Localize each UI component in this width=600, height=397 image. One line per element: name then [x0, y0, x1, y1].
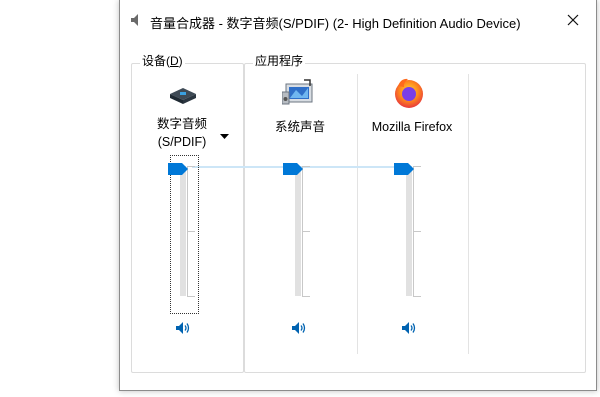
system-sounds-mute-button[interactable]	[291, 321, 307, 335]
slider-tick	[302, 296, 310, 297]
speaker-volume-icon	[176, 322, 190, 334]
speaker-volume-icon	[292, 322, 306, 334]
slider-tick	[302, 231, 310, 232]
slider-track	[295, 166, 301, 296]
slider-thumb[interactable]	[168, 162, 188, 175]
system-sounds-volume-slider[interactable]	[273, 162, 333, 302]
slider-tick	[187, 296, 195, 297]
app-name-firefox: Mozilla Firefox	[371, 120, 453, 134]
window-title: 音量合成器 - 数字音频(S/PDIF) (2- High Definition…	[150, 16, 521, 31]
firefox-mute-button[interactable]	[401, 321, 417, 335]
app-name-system-sounds: 系统声音	[274, 120, 325, 134]
device-volume-slider[interactable]	[158, 162, 218, 302]
column-divider	[357, 74, 358, 354]
slider-track	[180, 166, 186, 296]
slider-tick	[302, 166, 310, 167]
device-name-line2: (S/PDIF)	[157, 135, 207, 149]
slider-tick	[413, 231, 421, 232]
slider-thumb[interactable]	[283, 162, 303, 175]
applications-group-label: 应用程序	[253, 52, 306, 69]
slider-tick	[187, 231, 195, 232]
device-group-label: 设备(D)	[140, 52, 185, 69]
slider-tick	[413, 166, 421, 167]
speaker-volume-icon	[402, 322, 416, 334]
device-mute-button[interactable]	[175, 321, 191, 335]
close-button[interactable]	[550, 0, 596, 40]
close-icon	[567, 14, 579, 26]
column-divider	[468, 74, 469, 354]
device-name-line1: 数字音频	[156, 117, 207, 131]
firefox-volume-slider[interactable]	[384, 162, 444, 302]
volume-mixer-window: 音量合成器 - 数字音频(S/PDIF) (2- High Definition…	[119, 0, 597, 391]
spdif-device-icon	[168, 82, 198, 111]
chevron-down-icon[interactable]	[220, 127, 229, 145]
system-sounds-icon	[281, 78, 316, 113]
title-bar: 音量合成器 - 数字音频(S/PDIF) (2- High Definition…	[120, 0, 596, 40]
firefox-icon	[392, 76, 426, 115]
slider-tick	[413, 296, 421, 297]
slider-tick	[187, 166, 195, 167]
device-name[interactable]: 数字音频 (S/PDIF)	[142, 115, 222, 151]
slider-track	[406, 166, 412, 296]
slider-thumb[interactable]	[394, 162, 414, 175]
speaker-icon	[128, 11, 146, 29]
